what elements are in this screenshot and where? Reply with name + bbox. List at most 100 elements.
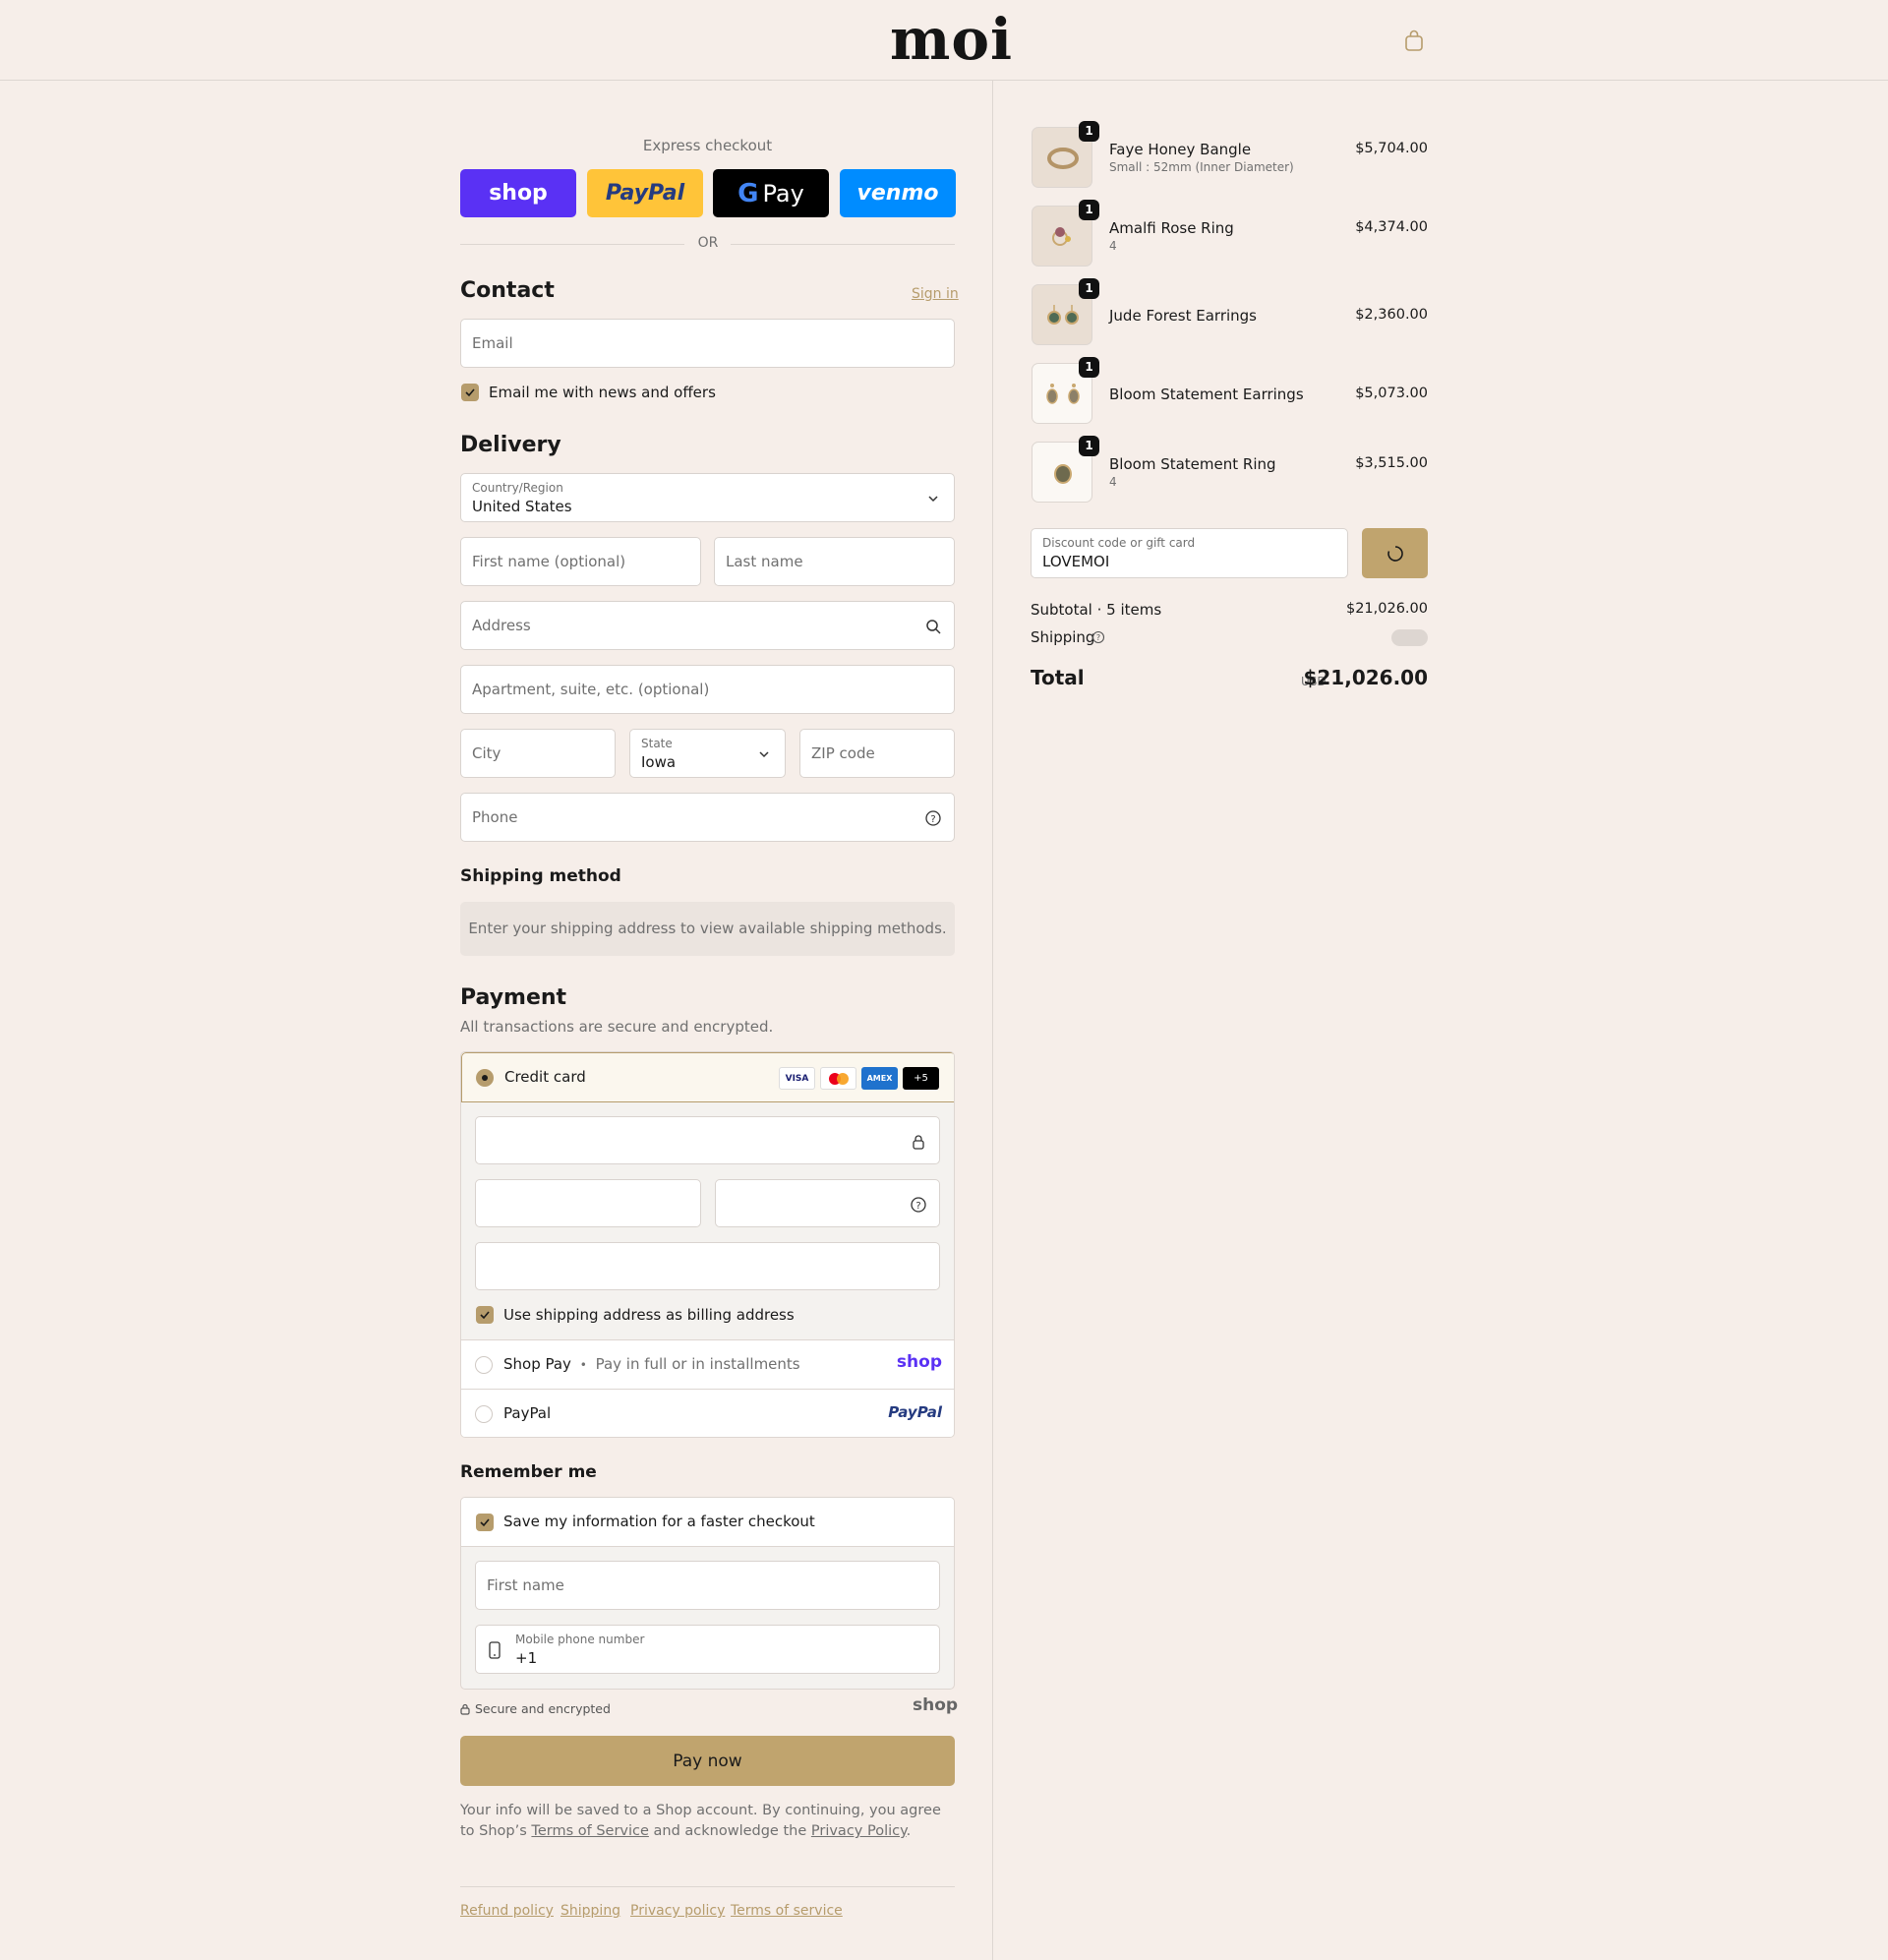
card-number-field[interactable]	[475, 1116, 940, 1164]
paypal-option[interactable]: PayPal PayPal	[461, 1389, 954, 1437]
shopping-bag-icon[interactable]	[1404, 30, 1424, 51]
secure-text: Secure and encrypted	[475, 1701, 611, 1716]
help-icon[interactable]: ?	[924, 809, 942, 827]
google-g-icon: G	[738, 178, 759, 208]
help-icon[interactable]: ?	[1092, 630, 1105, 644]
item-quantity-badge: 1	[1079, 357, 1099, 378]
payment-title: Payment	[460, 985, 567, 1010]
credit-card-radio[interactable]	[476, 1069, 494, 1087]
mobile-phone-icon	[489, 1641, 501, 1659]
total-label: Total	[1031, 666, 1085, 689]
news-checkbox[interactable]	[461, 384, 479, 401]
credit-card-option[interactable]: Credit card VISA AMEX +5	[461, 1052, 954, 1102]
shop-pay-name: Shop Pay	[503, 1355, 571, 1373]
legal-and: and acknowledge the	[653, 1823, 807, 1839]
svg-text:?: ?	[1096, 633, 1100, 642]
item-name: Amalfi Rose Ring	[1109, 219, 1234, 237]
item-name: Jude Forest Earrings	[1109, 307, 1257, 325]
gpay-label: Pay	[762, 179, 804, 208]
news-checkbox-label: Email me with news and offers	[489, 384, 716, 401]
search-icon	[926, 620, 941, 634]
save-info-option[interactable]: Save my information for a faster checkou…	[461, 1498, 954, 1547]
footer-refund-policy-link[interactable]: Refund policy	[460, 1903, 554, 1919]
header: moi	[0, 0, 1888, 81]
item-price: $4,374.00	[1355, 219, 1428, 235]
payment-methods: Credit card VISA AMEX +5 ? Use shipping …	[460, 1051, 955, 1438]
state-value: Iowa	[641, 753, 677, 771]
country-select[interactable]: Country/Region United States	[460, 473, 955, 522]
footer-privacy-policy-link[interactable]: Privacy policy	[630, 1903, 725, 1919]
name-on-card-field[interactable]	[475, 1242, 940, 1290]
total-value: $21,026.00	[1303, 666, 1428, 689]
item-quantity-badge: 1	[1079, 278, 1099, 299]
billing-checkbox[interactable]	[476, 1306, 494, 1324]
save-info-checkbox[interactable]	[476, 1514, 494, 1531]
footer-divider	[460, 1886, 955, 1887]
help-icon[interactable]: ?	[910, 1196, 927, 1214]
check-icon	[480, 1518, 490, 1527]
shop-terms-link[interactable]: Terms of Service	[531, 1823, 648, 1839]
state-select[interactable]: State Iowa	[629, 729, 786, 778]
legal-notice: Your info will be saved to a Shop accoun…	[460, 1801, 955, 1842]
item-variant: 4	[1109, 239, 1117, 253]
mobile-phone-field[interactable]: Mobile phone number +1	[475, 1625, 940, 1674]
city-field[interactable]: City	[460, 729, 616, 778]
first-name-field[interactable]: First name (optional)	[460, 537, 701, 586]
item-variant: Small : 52mm (Inner Diameter)	[1109, 160, 1294, 174]
shipping-method-notice: Enter your shipping address to view avai…	[460, 902, 955, 956]
brand-logo[interactable]: moi	[890, 6, 1013, 73]
paypal-express-button[interactable]: PayPal	[587, 169, 703, 217]
item-price: $5,704.00	[1355, 141, 1428, 156]
sign-in-link[interactable]: Sign in	[912, 286, 959, 302]
city-placeholder: City	[472, 744, 502, 762]
or-divider-text: OR	[697, 235, 719, 251]
venmo-express-button[interactable]: venmo	[840, 169, 956, 217]
item-quantity-badge: 1	[1079, 121, 1099, 142]
apartment-placeholder: Apartment, suite, etc. (optional)	[472, 681, 710, 698]
shop-privacy-link[interactable]: Privacy Policy	[811, 1823, 907, 1839]
address-placeholder: Address	[472, 617, 531, 634]
item-price: $2,360.00	[1355, 307, 1428, 323]
google-pay-express-button[interactable]: G Pay	[713, 169, 829, 217]
item-name: Faye Honey Bangle	[1109, 141, 1252, 158]
email-field[interactable]: Email	[460, 319, 955, 368]
mobile-phone-value: +1	[515, 1649, 538, 1667]
apply-discount-button[interactable]	[1362, 528, 1428, 578]
discount-code-field[interactable]: Discount code or gift card LOVEMOI	[1031, 528, 1348, 578]
billing-checkbox-label: Use shipping address as billing address	[503, 1306, 795, 1324]
shop-pay-logo: shop	[896, 1352, 942, 1372]
payment-subtitle: All transactions are secure and encrypte…	[460, 1018, 774, 1036]
zip-placeholder: ZIP code	[811, 744, 875, 762]
more-cards-badge: +5	[903, 1067, 939, 1090]
country-label: Country/Region	[472, 481, 563, 495]
footer-terms-link[interactable]: Terms of service	[731, 1903, 843, 1919]
apartment-field[interactable]: Apartment, suite, etc. (optional)	[460, 665, 955, 714]
legal-end: .	[906, 1823, 912, 1839]
remember-me-title: Remember me	[460, 1462, 597, 1482]
dot-separator: •	[579, 1358, 587, 1372]
remember-first-name-field[interactable]: First name	[475, 1561, 940, 1610]
item-quantity-badge: 1	[1079, 200, 1099, 220]
zip-field[interactable]: ZIP code	[799, 729, 955, 778]
paypal-radio[interactable]	[475, 1405, 493, 1423]
shop-pay-option[interactable]: Shop Pay • Pay in full or in installment…	[461, 1339, 954, 1389]
loading-spinner-icon	[1387, 546, 1403, 562]
phone-field[interactable]: Phone ?	[460, 793, 955, 842]
card-security-code-field[interactable]: ?	[715, 1179, 940, 1227]
last-name-field[interactable]: Last name	[714, 537, 955, 586]
shop-pay-radio[interactable]	[475, 1356, 493, 1374]
check-icon	[465, 388, 475, 397]
item-price: $3,515.00	[1355, 455, 1428, 471]
visa-icon: VISA	[779, 1067, 815, 1090]
mastercard-icon	[820, 1067, 856, 1090]
credit-card-label: Credit card	[504, 1068, 586, 1086]
shop-pay-note: Pay in full or in installments	[595, 1355, 800, 1373]
discount-value: LOVEMOI	[1042, 553, 1110, 570]
footer-shipping-link[interactable]: Shipping	[560, 1903, 620, 1919]
shop-pay-express-button[interactable]: shop	[460, 169, 576, 217]
or-divider-left	[460, 244, 684, 245]
lock-icon	[913, 1135, 924, 1150]
pay-now-button[interactable]: Pay now	[460, 1736, 955, 1786]
card-expiry-field[interactable]	[475, 1179, 701, 1227]
address-field[interactable]: Address	[460, 601, 955, 650]
